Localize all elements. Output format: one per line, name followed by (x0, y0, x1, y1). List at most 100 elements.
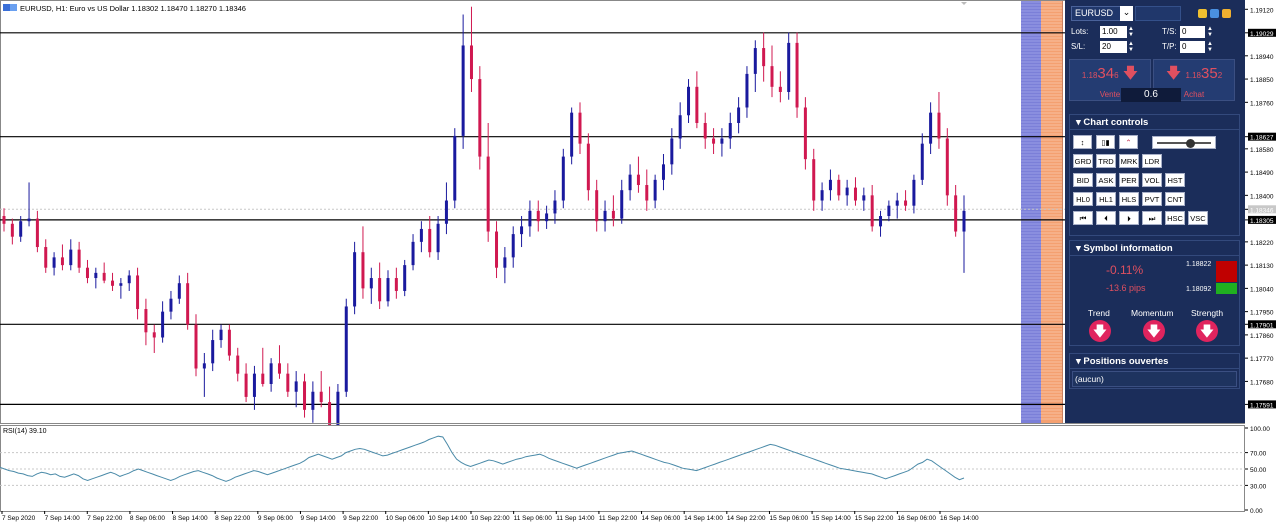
candle (945, 128, 949, 206)
chart-type-candle-button[interactable]: ▯▮ (1096, 135, 1115, 149)
sl-input[interactable]: 20 (1100, 41, 1127, 53)
chevron-down-icon[interactable]: ⌄ (1120, 6, 1133, 21)
control-button-[interactable]: ⏴ (1096, 211, 1116, 225)
control-button-mrk[interactable]: MRK (1119, 154, 1139, 168)
zoom-slider[interactable] (1152, 136, 1216, 149)
low-value: 1.18092 (1186, 286, 1212, 293)
time-tick-label: 10 Sep 14:00 (428, 515, 467, 522)
candle (795, 32, 799, 118)
positions-title[interactable]: ▾ Positions ouvertes (1070, 354, 1239, 369)
lots-input[interactable]: 1.00 (1100, 26, 1127, 38)
control-button-ask[interactable]: ASK (1096, 173, 1116, 187)
rsi-label: RSI(14) 39.10 (3, 428, 47, 435)
strength-label: Strength (1191, 308, 1224, 318)
control-button-vol[interactable]: VOL (1142, 173, 1162, 187)
ts-input[interactable]: 0 (1180, 26, 1205, 38)
control-button-grd[interactable]: GRD (1073, 154, 1093, 168)
time-tick-label: 11 Sep 14:00 (556, 515, 595, 522)
chart-type-bar-button[interactable]: ↕ (1073, 135, 1092, 149)
lots-stepper[interactable]: ▲ ▼ (1128, 26, 1134, 38)
time-tick-label: 16 Sep 06:00 (897, 515, 936, 522)
control-button-per[interactable]: PER (1119, 173, 1139, 187)
candle (344, 298, 348, 397)
trend-down-icon: 🡇 (1089, 320, 1111, 342)
lots-label: Lots: (1071, 27, 1089, 36)
rsi-tick-label: 100.00 (1250, 426, 1270, 433)
trend-label: Trend (1088, 308, 1110, 318)
candle (561, 148, 565, 209)
time-tick-label: 9 Sep 14:00 (300, 515, 335, 522)
time-tick-label: 8 Sep 22:00 (215, 515, 250, 522)
control-button-[interactable]: ⏵ (1119, 211, 1139, 225)
time-tick-label: 14 Sep 14:00 (684, 515, 723, 522)
ts-stepper[interactable]: ▲ ▼ (1207, 26, 1213, 38)
control-button-hls[interactable]: HLS (1119, 192, 1139, 206)
price-tick-label: 1.17860 (1250, 333, 1274, 340)
settings-icon[interactable] (1198, 9, 1207, 18)
spread-value: 0.6 (1121, 88, 1181, 102)
control-button-bid[interactable]: BID (1073, 173, 1093, 187)
time-tick-label: 7 Sep 2020 (2, 515, 36, 522)
chart-header-text: EURUSD, H1: Euro vs US Dollar 1.18302 1.… (20, 4, 246, 13)
symbol-select[interactable]: EURUSD (1071, 6, 1121, 21)
price-tick-label: 1.18400 (1250, 193, 1274, 200)
candle (227, 324, 231, 361)
control-button-hst[interactable]: HST (1165, 173, 1185, 187)
rsi-tick-label: 0.00 (1250, 508, 1263, 515)
control-button-pvt[interactable]: PVT (1142, 192, 1162, 206)
symbol-info-title[interactable]: ▾ Symbol information (1070, 241, 1239, 256)
price-tick-label: 1.18040 (1250, 286, 1274, 293)
candle (353, 241, 357, 315)
info-icon[interactable] (1210, 9, 1219, 18)
control-button-hl0[interactable]: HL0 (1073, 192, 1093, 206)
candle (403, 259, 407, 297)
control-button-[interactable]: ⏭ (1142, 211, 1162, 225)
symbol-search-input[interactable] (1135, 6, 1181, 21)
chart-controls-title[interactable]: ▾ Chart controls (1070, 115, 1239, 130)
candle (453, 128, 457, 209)
price-tick-label: 1.18580 (1250, 147, 1274, 154)
control-button-cnt[interactable]: CNT (1165, 192, 1185, 206)
price-tick-label: 1.18850 (1250, 77, 1274, 84)
time-tick-label: 16 Sep 14:00 (940, 515, 979, 522)
time-tick-label: 11 Sep 22:00 (599, 515, 638, 522)
price-tick-label: 1.17950 (1250, 310, 1274, 317)
chart-controls-section: ▾ Chart controls ↕ ▯▮ ⌃ GRD TRD MRK LDR BID… (1069, 114, 1240, 236)
collapse-icon: ▾ (1076, 243, 1081, 254)
arrow-down-icon: 🡇 (1122, 65, 1139, 82)
candle (478, 66, 482, 170)
control-button-[interactable]: ⏮ (1073, 211, 1093, 225)
chart-header: EURUSD, H1: Euro vs US Dollar 1.18302 1.… (3, 4, 246, 13)
control-button-trd[interactable]: TRD (1096, 154, 1116, 168)
time-tick-label: 10 Sep 22:00 (471, 515, 510, 522)
control-button-ldr[interactable]: LDR (1142, 154, 1162, 168)
price-tick-label: 1.18490 (1250, 170, 1274, 177)
price-tick-label: 1.18305 (1250, 218, 1274, 225)
time-tick-label: 7 Sep 14:00 (45, 515, 80, 522)
price-tick-label: 1.17901 (1250, 322, 1274, 329)
sl-stepper[interactable]: ▲ ▼ (1128, 41, 1134, 53)
time-tick-label: 8 Sep 14:00 (173, 515, 208, 522)
control-button-hsc[interactable]: HSC (1165, 211, 1185, 225)
collapse-icon: ▾ (1076, 356, 1081, 367)
strength-down-icon: 🡇 (1196, 320, 1218, 342)
rsi-tick-label: 70.00 (1250, 451, 1267, 458)
high-value: 1.18822 (1186, 261, 1212, 268)
price-tick-label: 1.17591 (1250, 402, 1274, 409)
price-tick-label: 1.18220 (1250, 240, 1274, 247)
price-tick-label: 1.19120 (1250, 7, 1274, 14)
tp-input[interactable]: 0 (1180, 41, 1205, 53)
time-tick-label: 11 Sep 06:00 (514, 515, 553, 522)
time-tick-label: 15 Sep 14:00 (812, 515, 851, 522)
control-button-vsc[interactable]: VSC (1188, 211, 1208, 225)
chart-type-line-button[interactable]: ⌃ (1119, 135, 1138, 149)
time-tick-label: 8 Sep 06:00 (130, 515, 165, 522)
time-tick-label: 7 Sep 22:00 (87, 515, 122, 522)
control-button-hl1[interactable]: HL1 (1096, 192, 1116, 206)
momentum-label: Momentum (1131, 308, 1174, 318)
symbol-info-section: ▾ Symbol information -0.11% -13.6 pips 1… (1069, 240, 1240, 346)
trading-panel: EURUSD ⌄ Lots: 1.00 ▲ ▼ T/S: 0 ▲ ▼ S/L: 20… (1065, 0, 1245, 423)
change-percent: -0.11% (1106, 263, 1144, 277)
tp-stepper[interactable]: ▲ ▼ (1207, 41, 1213, 53)
window-icon[interactable] (1222, 9, 1231, 18)
